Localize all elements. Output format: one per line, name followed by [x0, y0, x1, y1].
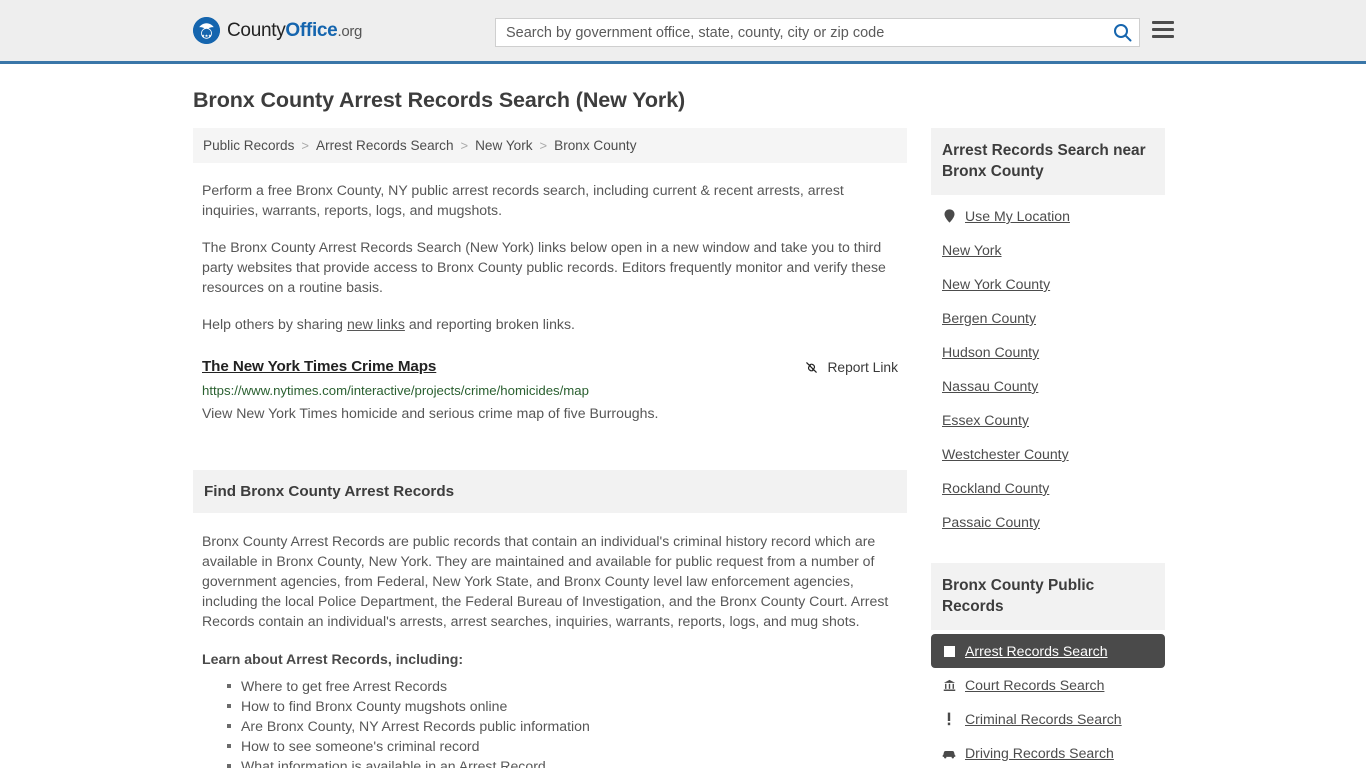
find-section-paragraph: Bronx County Arrest Records are public r…	[202, 533, 889, 629]
main-column: Public Records > Arrest Records Search >…	[193, 128, 907, 768]
sidebar-item-criminal-records-search[interactable]: Criminal Records Search	[931, 702, 1165, 736]
learn-about-subheading: Learn about Arrest Records, including:	[202, 651, 464, 667]
brand-wordmark: CountyOffice.org	[227, 20, 362, 42]
breadcrumb-separator: >	[539, 138, 548, 153]
find-section-body: Bronx County Arrest Records are public r…	[193, 531, 907, 631]
list-item: Where to get free Arrest Records	[227, 676, 898, 696]
page-container: Bronx County Arrest Records Search (New …	[0, 88, 1366, 768]
sidebar-item-label: Essex County	[942, 412, 1029, 428]
sidebar-item-label: New York County	[942, 276, 1051, 292]
list-item: How to see someone's criminal record	[227, 736, 898, 756]
intro-paragraph-2: The Bronx County Arrest Records Search (…	[202, 239, 886, 295]
sidebar-item-label: New York	[942, 242, 1002, 258]
sidebar-item-label: Use My Location	[965, 208, 1070, 224]
breadcrumb-item-public-records[interactable]: Public Records	[203, 138, 294, 153]
list-item: Are Bronx County, NY Arrest Records publ…	[227, 716, 898, 736]
nearby-searches-list: Use My Location New York New York County…	[931, 195, 1165, 539]
public-records-panel: Bronx County Public Records Arrest Recor…	[931, 563, 1165, 768]
intro-paragraph-3: Help others by sharing new links and rep…	[193, 314, 907, 334]
sidebar-item-label: Hudson County	[942, 344, 1040, 360]
map-pin-icon	[942, 209, 956, 223]
public-records-heading: Bronx County Public Records	[931, 563, 1165, 630]
result-url: https://www.nytimes.com/interactive/proj…	[202, 383, 589, 398]
sidebar-item-label: Court Records Search	[965, 677, 1105, 693]
share-text-after: and reporting broken links.	[404, 316, 575, 332]
sidebar-item-essex-county[interactable]: Essex County	[931, 403, 1165, 437]
sidebar-item-new-york[interactable]: New York	[931, 233, 1165, 267]
breadcrumb-separator: >	[301, 138, 310, 153]
sidebar: Arrest Records Search near Bronx County …	[931, 128, 1165, 768]
sidebar-item-label: Arrest Records Search	[965, 643, 1108, 659]
sidebar-item-hudson-county[interactable]: Hudson County	[931, 335, 1165, 369]
learn-about-list: Where to get free Arrest Records How to …	[193, 676, 907, 768]
nearby-searches-panel: Arrest Records Search near Bronx County …	[931, 128, 1165, 539]
sidebar-item-westchester-county[interactable]: Westchester County	[931, 437, 1165, 471]
list-item: What information is available in an Arre…	[227, 756, 898, 768]
sidebar-item-arrest-records-search[interactable]: Arrest Records Search	[931, 634, 1165, 668]
page-title: Bronx County Arrest Records Search (New …	[193, 88, 686, 112]
result-item: The New York Times Crime Maps Report Lin…	[193, 358, 907, 423]
sidebar-item-use-my-location[interactable]: Use My Location	[931, 199, 1165, 233]
hamburger-bar	[1152, 35, 1174, 38]
hamburger-menu-button[interactable]	[1152, 21, 1174, 38]
sidebar-item-nassau-county[interactable]: Nassau County	[931, 369, 1165, 403]
sidebar-item-label: Passaic County	[942, 514, 1040, 530]
intro-paragraph-1: Perform a free Bronx County, NY public a…	[202, 182, 844, 218]
search-bar	[495, 18, 1140, 47]
breadcrumb-item-new-york[interactable]: New York	[475, 138, 532, 153]
result-header-row: The New York Times Crime Maps Report Lin…	[202, 358, 898, 375]
county-office-seal-icon	[193, 17, 220, 44]
bank-icon	[942, 679, 956, 692]
search-button[interactable]	[1105, 19, 1139, 46]
find-section-heading: Find Bronx County Arrest Records	[193, 470, 907, 513]
result-title-link[interactable]: The New York Times Crime Maps	[202, 358, 436, 375]
report-link-button[interactable]: Report Link	[804, 360, 898, 375]
list-item: How to find Bronx County mugshots online	[227, 696, 898, 716]
white-square-icon	[942, 645, 956, 657]
brand-text-org: .org	[337, 22, 363, 40]
content-columns: Public Records > Arrest Records Search >…	[193, 128, 1173, 768]
sidebar-item-label: Nassau County	[942, 378, 1039, 394]
new-links-link[interactable]: new links	[347, 316, 405, 332]
car-icon	[942, 748, 956, 759]
sidebar-item-driving-records-search[interactable]: Driving Records Search	[931, 736, 1165, 768]
search-input[interactable]	[496, 19, 1105, 46]
report-link-label: Report Link	[827, 360, 898, 375]
sidebar-item-rockland-county[interactable]: Rockland County	[931, 471, 1165, 505]
sidebar-item-passaic-county[interactable]: Passaic County	[931, 505, 1165, 539]
nearby-searches-heading: Arrest Records Search near Bronx County	[931, 128, 1165, 195]
sidebar-item-label: Bergen County	[942, 310, 1037, 326]
sidebar-item-label: Criminal Records Search	[965, 711, 1122, 727]
public-records-list: Arrest Records Search Court Records Sear…	[931, 630, 1165, 768]
breadcrumb-separator: >	[460, 138, 469, 153]
site-logo[interactable]: CountyOffice.org	[193, 17, 362, 44]
share-text-before: Help others by sharing	[202, 316, 347, 332]
site-header: CountyOffice.org	[0, 0, 1366, 64]
sidebar-item-label: Westchester County	[942, 446, 1069, 462]
hamburger-bar	[1152, 28, 1174, 31]
exclamation-icon	[942, 712, 956, 726]
search-icon	[1113, 24, 1131, 42]
brand-text-office: Office	[285, 19, 338, 41]
sidebar-item-new-york-county[interactable]: New York County	[931, 267, 1165, 301]
brand-text-county: County	[227, 19, 286, 41]
result-description: View New York Times homicide and serious…	[202, 405, 659, 421]
breadcrumb-item-bronx-county[interactable]: Bronx County	[554, 138, 636, 153]
broken-link-icon	[806, 362, 818, 373]
sidebar-item-label: Driving Records Search	[965, 745, 1114, 761]
sidebar-item-bergen-county[interactable]: Bergen County	[931, 301, 1165, 335]
hamburger-bar	[1152, 21, 1174, 24]
sidebar-item-label: Rockland County	[942, 480, 1050, 496]
breadcrumb: Public Records > Arrest Records Search >…	[193, 128, 907, 163]
sidebar-item-court-records-search[interactable]: Court Records Search	[931, 668, 1165, 702]
breadcrumb-item-arrest-records-search[interactable]: Arrest Records Search	[316, 138, 454, 153]
